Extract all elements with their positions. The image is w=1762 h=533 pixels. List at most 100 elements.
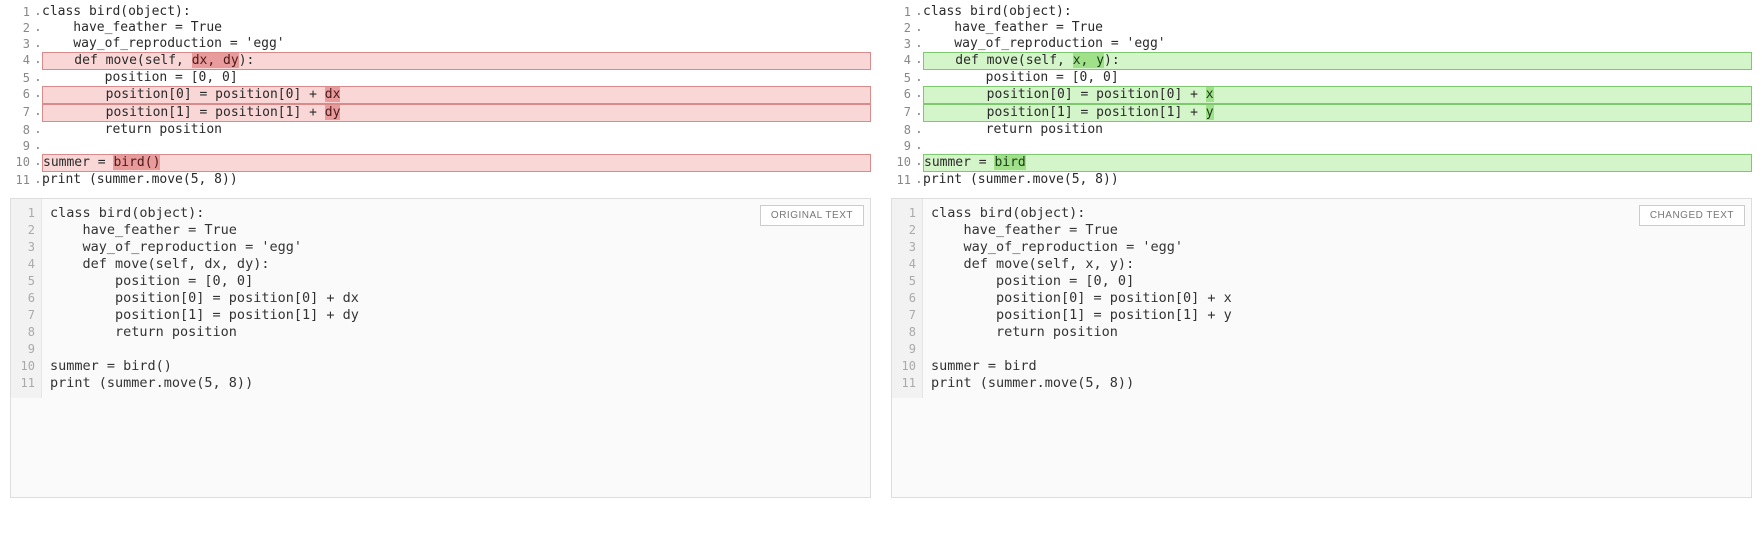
code-line[interactable]: position = [0, 0] <box>42 70 871 86</box>
diff-line: 11.print (summer.move(5, 8)) <box>891 172 1752 188</box>
diff-line: 8. return position <box>891 122 1752 138</box>
changed-text-badge[interactable]: CHANGED TEXT <box>1639 205 1745 226</box>
diff-line: 3. way_of_reproduction = 'egg' <box>891 36 1752 52</box>
code-line[interactable]: return position <box>42 122 871 138</box>
code-line[interactable]: return position <box>923 122 1752 138</box>
diff-view-changed: 1.class bird(object):2. have_feather = T… <box>891 4 1752 196</box>
code-line[interactable]: class bird(object): <box>923 4 1752 20</box>
line-number: 1 <box>11 205 41 222</box>
code-text-changed[interactable]: class bird(object): have_feather = True … <box>923 199 1240 398</box>
code-span: summer = <box>924 155 994 170</box>
code-line[interactable] <box>42 138 871 154</box>
code-span: position = [0, 0] <box>923 70 1119 85</box>
code-span: position[0] = position[0] + <box>43 87 325 102</box>
original-text-badge[interactable]: ORIGINAL TEXT <box>760 205 864 226</box>
line-number: 8 <box>892 324 922 341</box>
right-pane: 1.class bird(object):2. have_feather = T… <box>881 0 1762 508</box>
diff-word: y <box>1206 105 1214 120</box>
code-span: position[1] = position[1] + <box>43 105 325 120</box>
diff-line: 1.class bird(object): <box>891 4 1752 20</box>
diff-line: 8. return position <box>10 122 871 138</box>
code-line[interactable]: position = [0, 0] <box>923 70 1752 86</box>
code-line[interactable]: print (summer.move(5, 8)) <box>42 172 871 188</box>
diff-line: 7. position[1] = position[1] + y <box>891 104 1752 122</box>
diff-line: 3. way_of_reproduction = 'egg' <box>10 36 871 52</box>
line-number: 5 <box>892 273 922 290</box>
line-number: 4 <box>891 52 915 70</box>
code-line[interactable]: class bird(object): <box>42 4 871 20</box>
line-number: 4 <box>892 256 922 273</box>
diff-word: dx <box>325 87 341 102</box>
diff-view-original: 1.class bird(object):2. have_feather = T… <box>10 4 871 196</box>
diff-line: 2. have_feather = True <box>891 20 1752 36</box>
line-number: 2 <box>892 222 922 239</box>
code-line[interactable]: way_of_reproduction = 'egg' <box>42 36 871 52</box>
diff-line: 6. position[0] = position[0] + x <box>891 86 1752 104</box>
line-number: 7 <box>11 307 41 324</box>
code-span: class bird(object): <box>923 4 1072 19</box>
line-number: 11 <box>892 375 922 392</box>
code-span: print (summer.move(5, 8)) <box>923 172 1119 187</box>
line-number: 11 <box>891 172 915 188</box>
line-number: 7 <box>892 307 922 324</box>
line-number: 6 <box>892 290 922 307</box>
diff-word: dy <box>325 105 341 120</box>
line-number: 6 <box>11 290 41 307</box>
diff-line: 4. def move(self, x, y): <box>891 52 1752 70</box>
line-number: 2 <box>891 20 915 36</box>
diff-line: 2. have_feather = True <box>10 20 871 36</box>
code-line[interactable]: position[1] = position[1] + dy <box>42 104 871 122</box>
diff-line: 5. position = [0, 0] <box>10 70 871 86</box>
line-number: 1 <box>10 4 34 20</box>
code-line[interactable]: way_of_reproduction = 'egg' <box>923 36 1752 52</box>
diff-line: 5. position = [0, 0] <box>891 70 1752 86</box>
code-line[interactable]: position[1] = position[1] + y <box>923 104 1752 122</box>
code-line[interactable]: def move(self, dx, dy): <box>42 52 871 70</box>
line-gutter: 1234567891011 <box>11 199 42 398</box>
code-line[interactable] <box>923 138 1752 154</box>
diff-line: 6. position[0] = position[0] + dx <box>10 86 871 104</box>
code-span: have_feather = True <box>42 20 222 35</box>
line-number: 3 <box>891 36 915 52</box>
code-span: ): <box>1104 53 1120 68</box>
line-number: 9 <box>10 138 34 154</box>
code-line[interactable]: position[0] = position[0] + x <box>923 86 1752 104</box>
line-number: 5 <box>10 70 34 86</box>
diff-word: bird() <box>113 155 160 170</box>
code-text-original[interactable]: class bird(object): have_feather = True … <box>42 199 367 398</box>
code-line[interactable]: position[0] = position[0] + dx <box>42 86 871 104</box>
code-span: way_of_reproduction = 'egg' <box>42 36 285 51</box>
diff-line: 4. def move(self, dx, dy): <box>10 52 871 70</box>
line-number: 7 <box>10 104 34 122</box>
diff-word: dx, dy <box>192 53 239 68</box>
code-span: ): <box>239 53 255 68</box>
line-number: 8 <box>11 324 41 341</box>
diff-line: 1.class bird(object): <box>10 4 871 20</box>
code-span: class bird(object): <box>42 4 191 19</box>
left-pane: 1.class bird(object):2. have_feather = T… <box>0 0 881 508</box>
code-line[interactable]: have_feather = True <box>42 20 871 36</box>
diff-line: 10.summer = bird() <box>10 154 871 172</box>
code-span: return position <box>42 122 222 137</box>
diff-container: 1.class bird(object):2. have_feather = T… <box>0 0 1762 508</box>
line-number: 9 <box>892 341 922 358</box>
code-span: summer = <box>43 155 113 170</box>
line-number: 1 <box>891 4 915 20</box>
line-number: 2 <box>10 20 34 36</box>
code-line[interactable]: def move(self, x, y): <box>923 52 1752 70</box>
line-number: 5 <box>11 273 41 290</box>
code-span: position[1] = position[1] + <box>924 105 1206 120</box>
diff-word: x, y <box>1073 53 1104 68</box>
code-span: def move(self, <box>924 53 1073 68</box>
line-number: 9 <box>891 138 915 154</box>
line-number: 3 <box>892 239 922 256</box>
code-line[interactable]: summer = bird <box>923 154 1752 172</box>
code-line[interactable]: have_feather = True <box>923 20 1752 36</box>
line-number: 6 <box>891 86 915 104</box>
line-number: 4 <box>11 256 41 273</box>
diff-word: x <box>1206 87 1214 102</box>
line-number: 3 <box>10 36 34 52</box>
code-line[interactable]: summer = bird() <box>42 154 871 172</box>
plain-box-changed: CHANGED TEXT 1234567891011 class bird(ob… <box>891 198 1752 498</box>
code-line[interactable]: print (summer.move(5, 8)) <box>923 172 1752 188</box>
